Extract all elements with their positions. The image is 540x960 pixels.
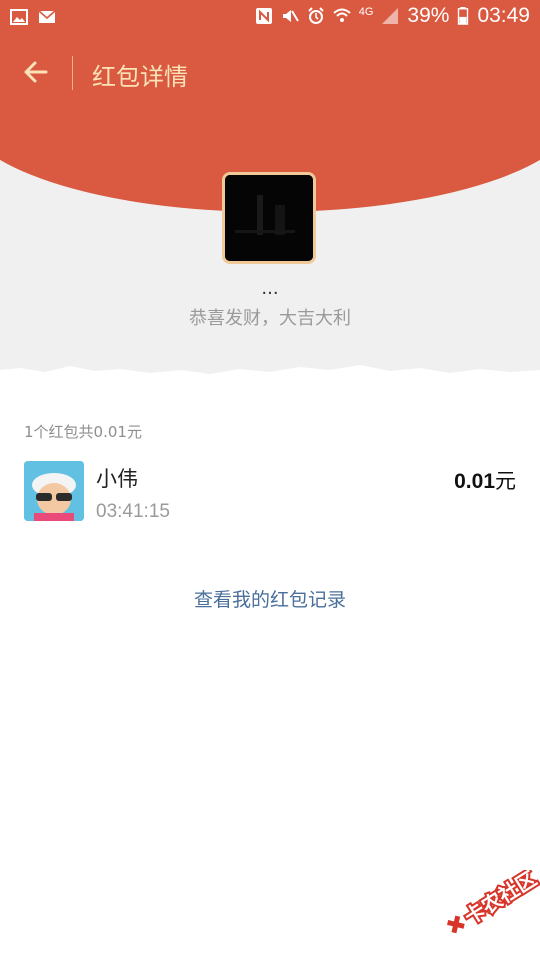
red-packet-detail-screen: 4G 39% 03:49 红包详情 ... 恭喜发财，大吉大利 1个红包共0.0… (0, 0, 540, 960)
torn-paper-edge (0, 365, 540, 400)
watermark-logo: 卡农社区 (447, 870, 540, 934)
view-my-records-link[interactable]: 查看我的红包记录 (0, 585, 540, 612)
receive-amount: 0.01元 (454, 465, 516, 495)
alarm-icon (308, 7, 324, 24)
network-label: 4G (358, 6, 374, 18)
amount-value: 0.01 (454, 470, 495, 493)
packet-summary: 1个红包共0.01元 (24, 423, 142, 441)
gallery-icon (10, 9, 28, 25)
mail-icon (38, 10, 56, 23)
back-arrow-icon[interactable] (18, 54, 54, 90)
signal-icon (382, 8, 399, 24)
status-bar: 4G 39% 03:49 (0, 0, 540, 36)
wifi-icon (333, 8, 351, 22)
receive-time: 03:41:15 (96, 501, 170, 522)
battery-icon (458, 7, 469, 25)
nfc-icon (255, 8, 272, 24)
app-bar-divider (72, 56, 73, 90)
clock: 03:49 (477, 4, 530, 27)
receiver-name: 小伟 (96, 467, 138, 491)
list-item[interactable]: 小伟 03:41:15 0.01元 (24, 461, 516, 523)
receiver-avatar (24, 461, 84, 521)
amount-unit: 元 (495, 470, 516, 493)
app-bar: 红包详情 (0, 44, 540, 104)
sender-avatar[interactable] (222, 172, 316, 264)
mute-icon (282, 10, 299, 22)
sender-avatar-image (225, 175, 313, 261)
page-title: 红包详情 (92, 63, 188, 91)
greeting-message: 恭喜发财，大吉大利 (189, 308, 351, 329)
svg-text:卡农社区: 卡农社区 (460, 870, 540, 929)
sender-name: ... (261, 278, 279, 299)
battery-percent: 39% (407, 4, 450, 27)
